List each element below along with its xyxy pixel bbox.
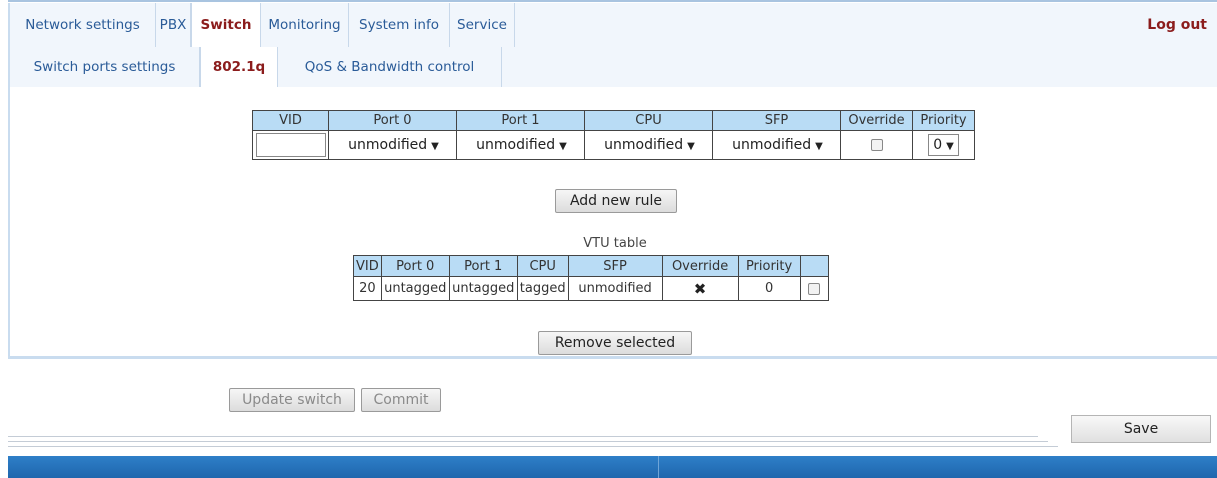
header-port0: Port 0: [328, 110, 457, 131]
vtu-header-port1: Port 1: [448, 255, 518, 277]
vid-input[interactable]: [255, 133, 326, 157]
main-nav: Network settings PBX Switch Monitoring S…: [8, 3, 1217, 47]
chevron-down-icon: ▼: [946, 141, 954, 152]
cross-icon: ✖: [693, 279, 707, 298]
footer-separator: [658, 456, 659, 478]
port1-cell: unmodified ▼: [456, 130, 585, 160]
update-switch-button[interactable]: Update switch: [229, 388, 355, 412]
vtu-table: VID Port 0 Port 1 CPU SFP Override Prior…: [353, 255, 829, 301]
footer-divider: [8, 436, 1038, 437]
commit-button[interactable]: Commit: [361, 388, 441, 412]
vtu-cell-sfp: unmodified: [567, 276, 663, 301]
vtu-header-cpu: CPU: [516, 255, 569, 277]
sfp-cell: unmodified ▼: [712, 130, 841, 160]
chevron-down-icon: ▼: [559, 141, 567, 152]
cpu-select-value: unmodified: [604, 137, 684, 153]
subtab-switch-ports-settings[interactable]: Switch ports settings: [10, 47, 200, 87]
vtu-header-override: Override: [661, 255, 739, 277]
vid-cell: [252, 130, 329, 160]
top-border: [8, 0, 1217, 2]
vtu-cell-cpu: tagged: [516, 276, 569, 301]
cpu-select[interactable]: unmodified ▼: [602, 134, 695, 156]
tab-network-settings[interactable]: Network settings: [10, 3, 156, 47]
vtu-cell-vid: 20: [353, 276, 382, 301]
tab-pbx[interactable]: PBX: [156, 3, 191, 47]
header-sfp: SFP: [712, 110, 841, 131]
vtu-header-sfp: SFP: [567, 255, 663, 277]
port0-select[interactable]: unmodified ▼: [346, 134, 439, 156]
subtab-qos-bandwidth[interactable]: QoS & Bandwidth control: [278, 47, 502, 87]
vtu-cell-override: ✖: [661, 276, 739, 301]
priority-cell: 0 ▼: [912, 130, 975, 160]
logout-link[interactable]: Log out: [1147, 3, 1207, 47]
header-vid: VID: [252, 110, 329, 131]
vtu-header-priority: Priority: [737, 255, 801, 277]
remove-selected-button[interactable]: Remove selected: [538, 331, 692, 355]
vlan-rule-form: VID Port 0 Port 1 CPU SFP Override Prior…: [252, 110, 975, 160]
subtab-802-1q[interactable]: 802.1q: [200, 47, 278, 87]
port1-select-value: unmodified: [476, 137, 556, 153]
chevron-down-icon: ▼: [687, 141, 695, 152]
override-checkbox[interactable]: [870, 139, 883, 151]
port0-cell: unmodified ▼: [328, 130, 457, 160]
vtu-cell-select: [799, 276, 829, 301]
chevron-down-icon: ▼: [431, 141, 439, 152]
vtu-header-vid: VID: [353, 255, 382, 277]
row-select-checkbox[interactable]: [808, 282, 821, 295]
footer-divider: [8, 441, 1048, 442]
vtu-header-select: [799, 255, 829, 277]
header-cpu: CPU: [584, 110, 713, 131]
tab-monitoring[interactable]: Monitoring: [261, 3, 349, 47]
table-row: 20 untagged untagged tagged unmodified ✖…: [353, 276, 829, 301]
save-button[interactable]: Save: [1071, 415, 1211, 443]
cpu-cell: unmodified ▼: [584, 130, 713, 160]
tab-switch[interactable]: Switch: [191, 3, 261, 47]
override-cell: [840, 130, 913, 160]
priority-select[interactable]: 0 ▼: [928, 134, 959, 156]
tab-system-info[interactable]: System info: [349, 3, 450, 47]
footer-divider: [8, 446, 1058, 447]
add-new-rule-button[interactable]: Add new rule: [555, 189, 677, 213]
chevron-down-icon: ▼: [815, 141, 823, 152]
vtu-cell-priority: 0: [737, 276, 801, 301]
tab-service[interactable]: Service: [450, 3, 515, 47]
sfp-select[interactable]: unmodified ▼: [730, 134, 823, 156]
port1-select[interactable]: unmodified ▼: [474, 134, 567, 156]
port0-select-value: unmodified: [348, 137, 428, 153]
priority-select-value: 0: [933, 137, 943, 153]
vtu-header-port0: Port 0: [380, 255, 450, 277]
sfp-select-value: unmodified: [732, 137, 812, 153]
sub-nav: Switch ports settings 802.1q QoS & Bandw…: [8, 47, 1217, 87]
header-override: Override: [840, 110, 913, 131]
vtu-cell-port1: untagged: [448, 276, 518, 301]
vtu-table-title: VTU table: [583, 236, 647, 251]
vtu-cell-port0: untagged: [380, 276, 450, 301]
header-port1: Port 1: [456, 110, 585, 131]
header-priority: Priority: [912, 110, 975, 131]
footer-bar: [8, 456, 1217, 478]
